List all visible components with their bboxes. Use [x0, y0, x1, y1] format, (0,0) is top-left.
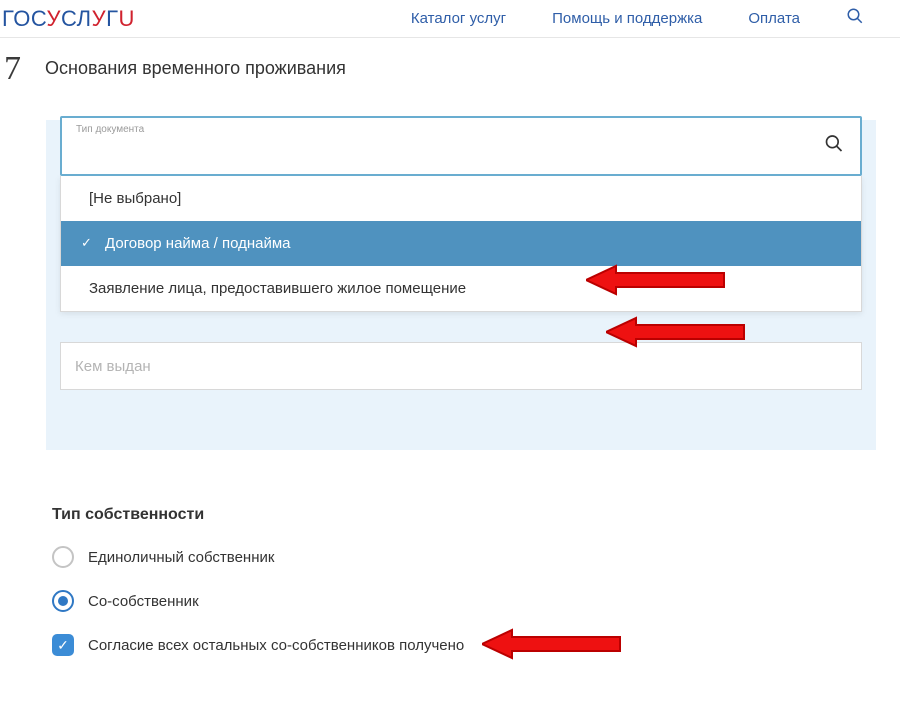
nav-pay[interactable]: Оплата: [748, 10, 800, 27]
checkbox-icon[interactable]: ✓: [52, 634, 74, 656]
radio-label: Единоличный собственник: [88, 549, 274, 566]
radio-icon[interactable]: [52, 546, 74, 568]
option-none[interactable]: [Не выбрано]: [61, 176, 861, 221]
checkbox-consent[interactable]: ✓ Согласие всех остальных со-собственник…: [52, 634, 900, 656]
form-panel: Тип документа [Не выбрано] Договор найма…: [46, 120, 876, 450]
radio-co-owner[interactable]: Со-собственник: [52, 590, 900, 612]
search-icon[interactable]: [824, 134, 844, 159]
radio-icon[interactable]: [52, 590, 74, 612]
select-label: Тип документа: [76, 124, 144, 135]
annotation-arrow-icon: [482, 624, 622, 664]
nav-catalog[interactable]: Каталог услуг: [411, 10, 506, 27]
header: ГОСУСЛУГU Каталог услуг Помощь и поддерж…: [0, 0, 900, 38]
issued-by-placeholder: Кем выдан: [75, 358, 151, 375]
step-title: Основания временного проживания: [45, 52, 346, 79]
nav: Каталог услуг Помощь и поддержка Оплата: [411, 7, 864, 30]
radio-sole-owner[interactable]: Единоличный собственник: [52, 546, 900, 568]
step-number: 7: [4, 52, 21, 86]
nav-help[interactable]: Помощь и поддержка: [552, 10, 702, 27]
checkbox-label: Согласие всех остальных со-собственников…: [88, 637, 464, 654]
radio-label: Со-собственник: [88, 593, 199, 610]
step-header: 7 Основания временного проживания: [0, 38, 900, 96]
logo: ГОСУСЛУГU: [0, 6, 135, 32]
option-statement[interactable]: Заявление лица, предоставившего жилое по…: [61, 266, 861, 311]
ownership-title: Тип собственности: [52, 506, 900, 524]
issued-by-input[interactable]: Кем выдан: [60, 342, 862, 390]
select-input-box[interactable]: Тип документа: [60, 116, 862, 176]
option-lease[interactable]: Договор найма / поднайма: [61, 221, 861, 266]
document-type-select[interactable]: Тип документа [Не выбрано] Договор найма…: [60, 116, 862, 312]
search-icon[interactable]: [846, 7, 864, 30]
dropdown-list: [Не выбрано] Договор найма / поднайма За…: [60, 176, 862, 312]
